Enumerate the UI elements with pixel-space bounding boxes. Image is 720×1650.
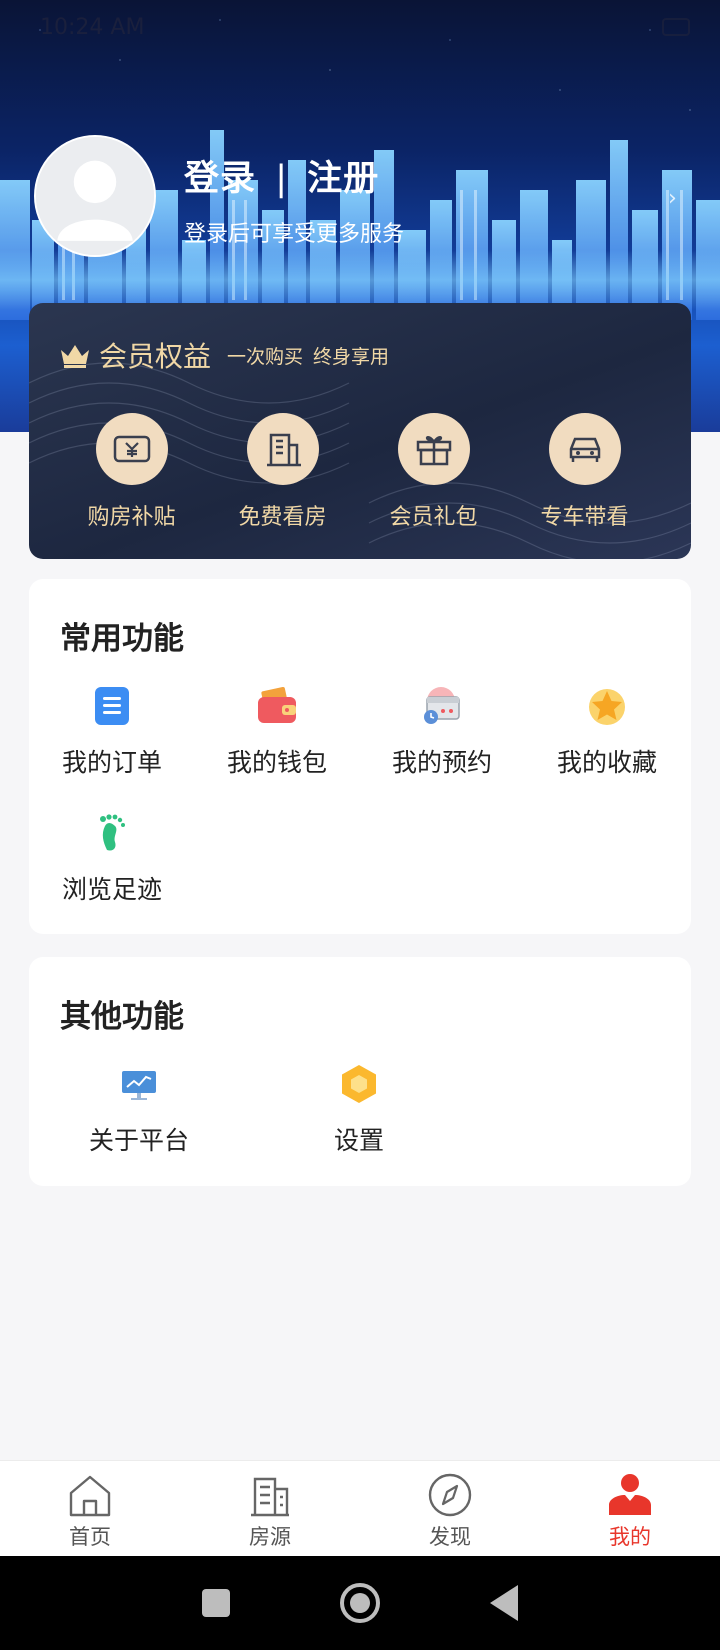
avatar[interactable] [34,135,156,257]
about-platform-item[interactable]: 关于平台 [59,1061,219,1157]
other-functions-section: 其他功能 关于平台 设置 [29,957,691,1186]
membership-title: 会员权益 [99,340,212,373]
login-divider: | [275,159,288,199]
browsing-history-item[interactable]: 浏览足迹 [32,810,192,906]
buildings-icon [251,1477,289,1517]
footprint-icon [89,810,135,856]
tab-label: 首页 [69,1525,111,1549]
benefit-label: 会员礼包 [389,505,478,530]
membership-tag-1: 一次购买 [227,345,304,368]
back-icon[interactable] [490,1585,518,1621]
benefit-label: 专车带看 [540,505,629,530]
benefit-member-gift[interactable]: 会员礼包 [358,413,509,531]
home-button-icon[interactable] [340,1583,380,1623]
home-icon [69,1475,111,1517]
grid-item-label: 浏览足迹 [61,875,162,904]
tab-mine[interactable]: 我的 [540,1461,720,1556]
grid-item-label: 我的收藏 [556,748,657,777]
login-link[interactable]: 登录 [184,159,256,199]
wallet-icon [254,683,300,729]
settings-item[interactable]: 设置 [279,1061,439,1157]
status-bar: 10:24 AM [0,0,720,54]
compass-icon [428,1473,472,1517]
section-title: 其他功能 [60,999,184,1035]
building-icon [246,413,319,485]
status-time: 10:24 AM [40,14,145,40]
benefit-label: 免费看房 [238,505,327,530]
my-orders-item[interactable]: 我的订单 [32,683,192,779]
login-register-link[interactable]: 登录 | 注册 [184,150,379,201]
bottom-tab-bar: 首页 房源 发现 我的 [0,1460,720,1556]
membership-benefits: 购房补贴 免费看房 会员礼包 专车带看 [29,413,691,531]
membership-tag-2: 终身享用 [313,345,390,368]
my-favorites-item[interactable]: 我的收藏 [527,683,687,779]
tab-label: 房源 [249,1525,291,1549]
user-icon [609,1474,651,1515]
crown-icon [61,345,89,368]
hexagon-settings-icon [336,1061,382,1107]
chevron-right-icon[interactable]: › [668,186,677,211]
tab-listings[interactable]: 房源 [180,1461,360,1556]
membership-card[interactable]: 会员权益 一次购买 终身享用 购房补贴 免费看房 会员礼包 专车带看 [29,303,691,559]
battery-icon [662,18,690,36]
login-subtitle: 登录后可享受更多服务 [184,222,405,247]
recent-apps-icon[interactable] [202,1589,230,1617]
gift-icon [397,413,470,485]
system-navigation-bar [0,1556,720,1650]
my-wallet-item[interactable]: 我的钱包 [197,683,357,779]
register-link[interactable]: 注册 [307,159,379,199]
monitor-icon [116,1061,162,1107]
yuan-ticket-icon [95,413,168,485]
tab-label: 发现 [429,1525,471,1549]
tab-home[interactable]: 首页 [0,1461,180,1556]
star-icon [584,683,630,729]
benefit-label: 购房补贴 [87,505,176,530]
benefit-free-viewing[interactable]: 免费看房 [207,413,358,531]
section-title: 常用功能 [60,621,184,657]
my-appointments-item[interactable]: 我的预约 [362,683,522,779]
status-icons [662,18,690,36]
grid-item-label: 关于平台 [88,1126,189,1155]
order-list-icon [89,683,135,729]
default-user-icon [36,137,154,255]
membership-header: 会员权益 一次购买 终身享用 [59,335,389,375]
benefit-purchase-subsidy[interactable]: 购房补贴 [56,413,207,531]
grid-item-label: 设置 [333,1126,384,1155]
common-functions-section: 常用功能 我的订单 我的钱包 我的预约 我的收藏 浏览足迹 [29,579,691,934]
grid-item-label: 我的钱包 [226,748,327,777]
banner-glow [0,250,720,310]
benefit-car-viewing[interactable]: 专车带看 [509,413,660,531]
calendar-clock-icon [419,683,465,729]
grid-item-label: 我的预约 [391,748,492,777]
grid-item-label: 我的订单 [61,748,162,777]
car-icon [548,413,621,485]
tab-label: 我的 [609,1525,651,1549]
tab-discover[interactable]: 发现 [360,1461,540,1556]
